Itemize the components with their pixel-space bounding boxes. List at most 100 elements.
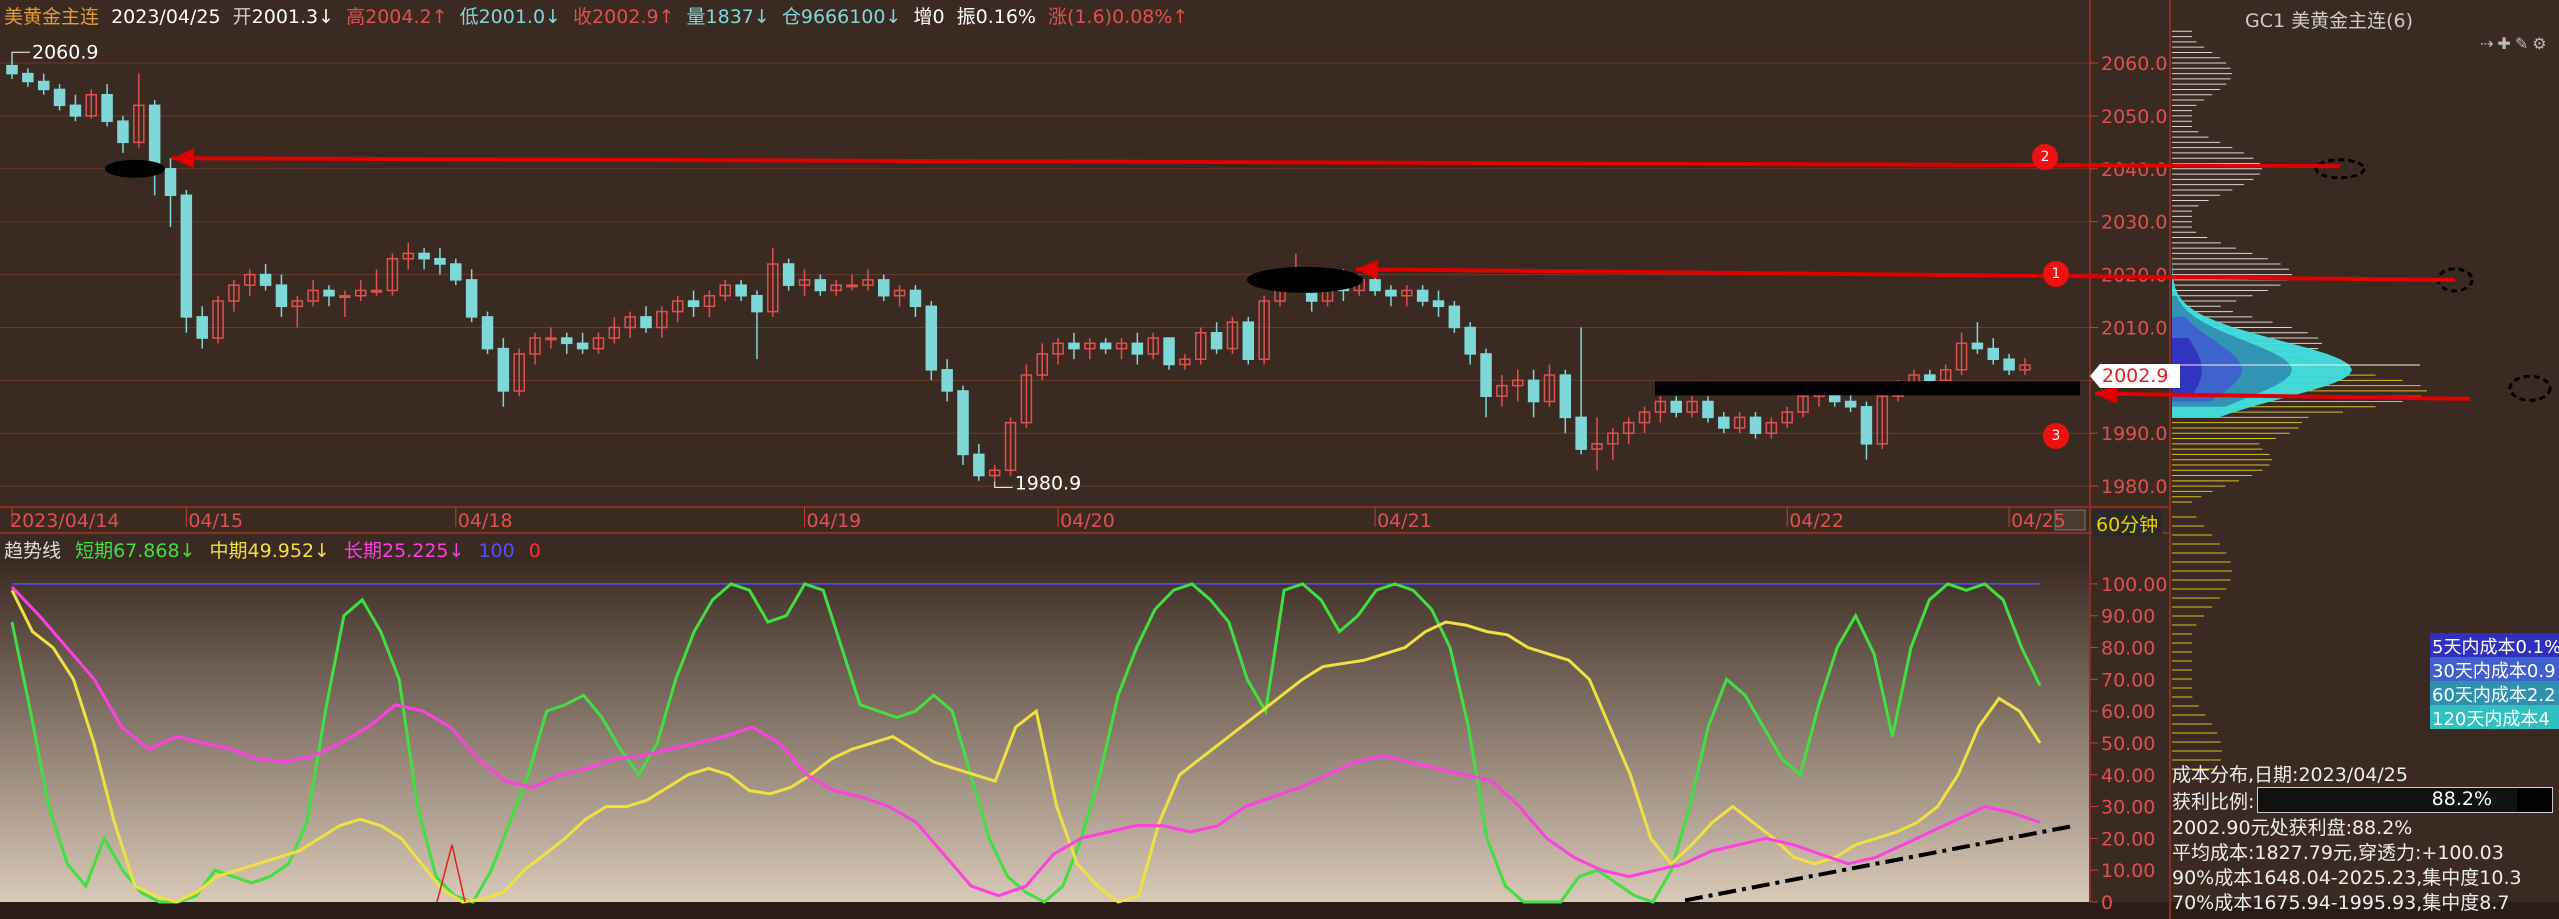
candle-body <box>1448 305 1461 329</box>
candle-body <box>196 316 208 339</box>
high-label: 高 <box>346 6 366 28</box>
gear-icon[interactable]: ⚙ <box>2532 34 2550 53</box>
candle-body <box>814 279 827 292</box>
arrow-icon[interactable]: ⇢ <box>2480 34 2497 53</box>
open-value: 2001.3↓ <box>251 6 335 28</box>
arrow-2 <box>171 156 2341 169</box>
low-label: 低 <box>459 6 479 28</box>
candle-body <box>339 294 351 298</box>
candle-body <box>370 289 383 293</box>
candle-body <box>909 289 922 308</box>
candle-body <box>1432 300 1445 308</box>
amp-value: 0.16% <box>975 6 1036 28</box>
ind-tick-label: 80.00 <box>2101 638 2155 660</box>
profit-ratio-bar: 88.2% <box>2257 787 2553 813</box>
high-marker-label: 2060.9 <box>32 41 98 63</box>
short-label: 短期 <box>75 540 114 562</box>
volume-label: 量 <box>686 6 706 28</box>
zero-value: 0 <box>528 540 541 562</box>
pen-icon[interactable]: ✎ <box>2515 34 2532 53</box>
candle-body <box>957 390 969 456</box>
y-tick-label: 1990.0 <box>2101 423 2167 445</box>
candle-body <box>1527 379 1540 403</box>
volume-value: 1837↓ <box>705 6 770 28</box>
chart-window: { "header": { "name": "美黄金主连", "date": "… <box>0 0 2559 919</box>
candle-body <box>576 342 589 350</box>
cost-legend-120d: 120天内成本4 <box>2430 705 2559 729</box>
long-value: 25.225↓ <box>382 540 465 562</box>
candle-body <box>1987 347 1999 360</box>
candle-body <box>561 337 573 345</box>
change-value: 涨(1.6)0.08%↑ <box>1048 6 1189 28</box>
ind-tick-label: 90.00 <box>2101 606 2155 628</box>
candle-body <box>6 64 18 75</box>
amp-label: 振 <box>956 6 976 28</box>
x-tick-label: 04/18 <box>458 510 513 532</box>
oi-value: 9666100↓ <box>800 6 902 28</box>
profit-ratio-text: 88.2% <box>2431 788 2492 810</box>
x-tick-label: 04/15 <box>188 510 243 532</box>
current-price-tag: 2002.9 <box>2090 364 2180 388</box>
badge-3: 3 <box>2043 423 2069 449</box>
ratio-label: 获利比例: <box>2172 791 2255 813</box>
candle-body <box>323 289 335 297</box>
candle-body <box>1480 353 1492 397</box>
candle-body <box>101 94 113 122</box>
candle-body <box>545 337 557 341</box>
candle-body <box>1131 342 1144 355</box>
cost-info-line4: 平均成本:1827.79元,穿透力:+100.03 <box>2172 842 2504 864</box>
badge-1: 1 <box>2043 261 2069 287</box>
low-marker-label: 1980.9 <box>1015 472 1081 494</box>
inc-label: 增 <box>913 6 933 28</box>
candle-body <box>164 168 177 196</box>
candle-body <box>22 72 34 83</box>
candle-body <box>450 263 462 281</box>
open-label: 开 <box>232 6 252 28</box>
arrow-2-head <box>172 148 195 169</box>
x-tick-label: 04/19 <box>807 510 862 532</box>
cost-info-title: 成本分布,日期:2023/04/25 <box>2172 764 2408 786</box>
ind-tick-label: 40.00 <box>2101 765 2155 787</box>
y-tick-label: 2050.0 <box>2101 106 2167 128</box>
candle-body <box>782 263 795 286</box>
cost-info-line3: 2002.90元处获利盘:88.2% <box>2172 817 2413 839</box>
mid-value: 49.952↓ <box>247 540 330 562</box>
long-label: 长期 <box>344 540 383 562</box>
short-value: 67.868↓ <box>113 540 196 562</box>
candle-body <box>259 273 272 286</box>
candle-body <box>418 252 430 260</box>
cost-info-line5: 90%成本1648.04-2025.23,集中度10.3 <box>2172 867 2522 889</box>
ind-tick-label: 10.00 <box>2101 860 2155 882</box>
candle-body <box>69 104 82 117</box>
candle-body <box>1559 374 1572 419</box>
x-tick-label: 04/20 <box>1060 510 1115 532</box>
circle-marker-1 <box>1247 266 1363 293</box>
y-tick-label: 2010.0 <box>2101 317 2167 339</box>
y-tick-label: 1980.0 <box>2101 476 2167 498</box>
candle-body <box>1844 400 1857 408</box>
period-button[interactable]: 60分钟 <box>2092 510 2163 537</box>
candle-body <box>2003 358 2015 371</box>
pin-icon[interactable]: ✚ <box>2497 34 2514 53</box>
candle-body <box>925 305 938 371</box>
high-marker-line <box>11 51 30 59</box>
candle-body <box>1099 342 1112 350</box>
candle-body <box>434 257 446 265</box>
x-tick-label: 04/22 <box>1789 510 1844 532</box>
ind-tick-label: 0 <box>2101 892 2113 914</box>
circle-marker-2 <box>105 159 165 178</box>
candle-body <box>1860 406 1873 445</box>
ind-tick-label: 70.00 <box>2101 669 2155 691</box>
candle-body <box>1068 342 1080 350</box>
candle-body <box>1385 289 1397 297</box>
candle-body <box>846 284 858 288</box>
candle-body <box>1924 374 1936 382</box>
x-tick-label: 04/21 <box>1377 510 1432 532</box>
indicator-name: 趋势线 <box>4 540 62 562</box>
candle-body <box>1242 321 1255 360</box>
y-tick-label: 2040.0 <box>2101 159 2167 181</box>
symbol-name: 美黄金主连 <box>4 6 100 28</box>
candle-body <box>735 284 747 297</box>
candle-body <box>481 316 494 350</box>
ind-tick-label: 60.00 <box>2101 701 2155 723</box>
